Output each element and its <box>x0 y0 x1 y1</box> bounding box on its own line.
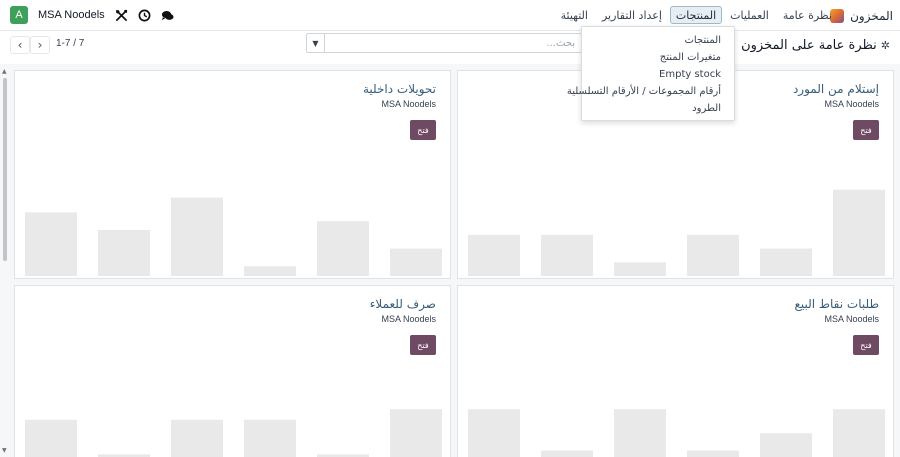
app-brand[interactable]: المخزون <box>830 7 893 24</box>
chart-bar <box>614 262 666 276</box>
chart-bar <box>833 409 885 457</box>
chart-bar <box>390 248 442 276</box>
card-company: MSA Noodels <box>824 99 879 109</box>
pager-next-button[interactable]: › <box>30 36 50 54</box>
card-title[interactable]: تحويلات داخلية <box>363 82 436 96</box>
chart-bar <box>614 409 666 457</box>
chart-bar <box>541 450 593 457</box>
app-title: المخزون <box>850 8 893 23</box>
chart-bar <box>468 234 520 276</box>
avatar[interactable]: A <box>10 6 28 24</box>
chat-icon[interactable] <box>161 9 174 22</box>
control-panel: نظرة عامة على المخزون ✲ ▼ 1-7 / 7 › ‹ <box>0 31 900 63</box>
scroll-thumb[interactable] <box>3 78 7 261</box>
systray: A MSA Noodels <box>10 6 174 24</box>
dropdown-item-packages[interactable]: الطرود <box>582 100 734 117</box>
scroll-down-icon[interactable]: ▼ <box>2 447 7 454</box>
page-title-text: نظرة عامة على المخزون <box>741 38 877 53</box>
tools-icon[interactable] <box>115 9 128 22</box>
menu-reporting[interactable]: إعداد التقارير <box>596 6 668 24</box>
menu-operations[interactable]: العمليات <box>724 6 775 24</box>
chart-bar <box>468 409 520 457</box>
card-company: MSA Noodels <box>381 314 436 324</box>
pager-value[interactable]: 1-7 / 7 <box>56 38 84 49</box>
search-box: ▼ <box>306 33 582 53</box>
clock-icon[interactable] <box>138 9 151 22</box>
chart-bar <box>317 221 369 276</box>
dropdown-item-product-variants[interactable]: متغيرات المنتج <box>582 49 734 66</box>
chart-bar <box>171 419 223 457</box>
card-title[interactable]: إستلام من المورد <box>793 82 879 96</box>
pager-previous-button[interactable]: ‹ <box>10 36 30 54</box>
card-company: MSA Noodels <box>824 314 879 324</box>
open-button[interactable]: فتح <box>853 335 879 355</box>
menu-configuration[interactable]: التهيئة <box>555 6 594 24</box>
chart-bar <box>760 248 812 276</box>
search-input[interactable] <box>325 34 581 52</box>
vertical-scrollbar[interactable]: ▲ ▼ <box>1 64 9 457</box>
chart-bar <box>98 229 150 276</box>
card-delivery-orders[interactable]: صرف للعملاء MSA Noodels فتح <box>14 285 451 457</box>
chart-bar <box>687 450 739 457</box>
dropdown-item-lots-serials[interactable]: أرقام المجموعات / الأرقام التسلسلية <box>567 83 734 100</box>
menu-overview[interactable]: نظرة عامة <box>777 6 838 24</box>
chart-bar <box>541 234 593 276</box>
chart-bar <box>25 212 77 276</box>
products-dropdown-menu: المنتجات متغيرات المنتج Empty stock أرقا… <box>567 26 735 121</box>
dropdown-item-empty-stock[interactable]: Empty stock <box>582 66 734 83</box>
card-chart <box>468 409 885 457</box>
menu-products[interactable]: المنتجات <box>669 6 723 24</box>
open-button[interactable]: فتح <box>410 120 436 140</box>
chart-bar <box>687 234 739 276</box>
chart-bar <box>244 266 296 276</box>
kanban-dashboard: ▲ ▼ إستلام من المورد MSA Noodels فتح تحو… <box>0 64 900 457</box>
open-button[interactable]: فتح <box>853 120 879 140</box>
chart-bar <box>833 189 885 276</box>
chart-bar <box>244 419 296 457</box>
chart-bar <box>25 419 77 457</box>
search-options-chevron-down-icon[interactable]: ▼ <box>307 34 325 52</box>
card-company: MSA Noodels <box>381 99 436 109</box>
card-internal-transfers[interactable]: تحويلات داخلية MSA Noodels فتح <box>14 70 451 279</box>
chart-bar <box>760 433 812 457</box>
chart-bar <box>171 197 223 276</box>
open-button[interactable]: فتح <box>410 335 436 355</box>
main-menu: نظرة عامة العمليات المنتجات إعداد التقار… <box>555 6 838 24</box>
card-chart <box>25 409 442 457</box>
dropdown-item-products[interactable]: المنتجات <box>582 32 734 49</box>
top-navbar: المخزون نظرة عامة العمليات المنتجات إعدا… <box>0 0 900 31</box>
page-title: نظرة عامة على المخزون ✲ <box>741 38 890 53</box>
scroll-up-icon[interactable]: ▲ <box>2 68 7 75</box>
card-title[interactable]: صرف للعملاء <box>370 297 436 311</box>
gear-icon[interactable]: ✲ <box>881 39 890 52</box>
card-title[interactable]: طلبات نقاط البيع <box>794 297 879 311</box>
company-switcher[interactable]: MSA Noodels <box>38 9 105 21</box>
card-pos-orders[interactable]: طلبات نقاط البيع MSA Noodels فتح <box>457 285 894 457</box>
chart-bar <box>390 409 442 457</box>
